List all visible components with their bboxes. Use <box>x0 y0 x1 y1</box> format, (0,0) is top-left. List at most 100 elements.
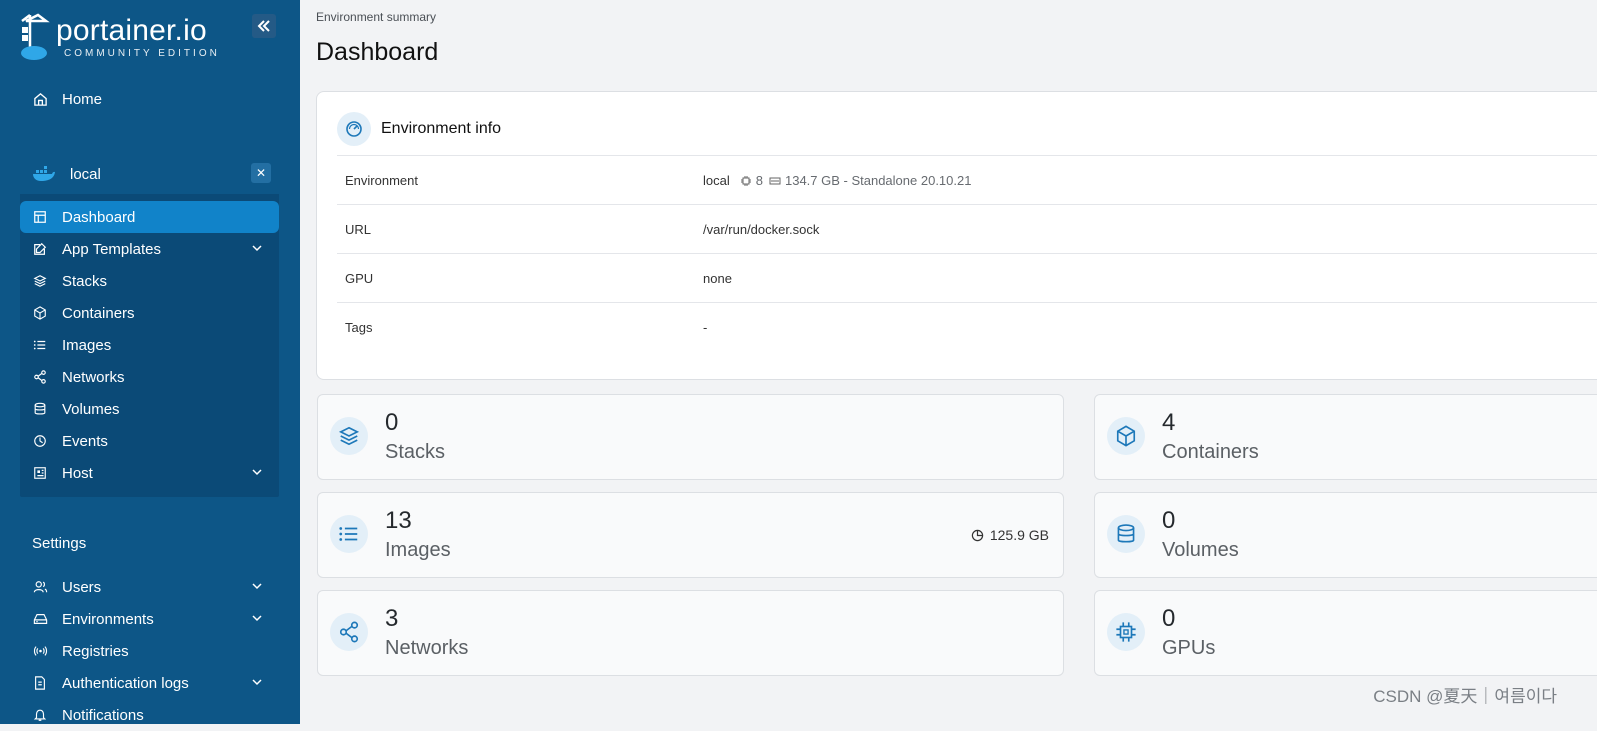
containers-count: 4 <box>1162 409 1176 436</box>
environment-info-header: Environment info <box>337 112 501 146</box>
brand-edition: COMMUNITY EDITION <box>64 47 220 59</box>
stacks-tile[interactable]: 0 Stacks <box>317 394 1064 480</box>
breadcrumb: Environment summary <box>316 10 437 24</box>
pie-chart-icon <box>971 529 984 542</box>
stacks-label: Stacks <box>385 441 446 463</box>
main-content: Environment summary Dashboard Environmen… <box>300 0 1597 724</box>
sidebar-item-users[interactable]: Users <box>20 571 279 603</box>
sidebar-item-dashboard[interactable]: Dashboard <box>20 201 279 233</box>
memory-value: 134.7 GB - Standalone 20.10.21 <box>784 173 972 188</box>
brand-name: portainer.io <box>56 13 207 47</box>
crane-logo-icon <box>21 13 50 60</box>
sidebar-item-app-templates[interactable]: App Templates <box>20 233 279 265</box>
sidebar-item-label: Authentication logs <box>62 674 189 692</box>
sidebar-item-notifications[interactable]: Notifications <box>20 699 279 731</box>
dashboard-icon <box>32 209 48 225</box>
sidebar-item-stacks[interactable]: Stacks <box>20 265 279 297</box>
info-row-environment: Environment local 8 134.7 GB - Standalon… <box>337 155 1597 205</box>
chevron-down-icon <box>252 679 262 686</box>
list-icon <box>330 515 368 553</box>
sidebar-item-host[interactable]: Host <box>20 457 279 489</box>
info-row-url: URL /var/run/docker.sock <box>337 204 1597 254</box>
sidebar-item-label: Host <box>62 464 93 482</box>
list-icon <box>32 337 48 353</box>
radio-icon <box>32 643 48 659</box>
info-key: GPU <box>345 271 374 286</box>
images-tile[interactable]: 13 Images 125.9 GB <box>317 492 1064 578</box>
portainer-logo[interactable]: portainer.io COMMUNITY EDITION <box>18 12 220 62</box>
hard-drive-icon <box>32 611 48 627</box>
close-environment-button[interactable]: ✕ <box>251 163 271 183</box>
gauge-icon <box>337 112 371 146</box>
bell-icon <box>32 707 48 723</box>
cpu-icon <box>1107 613 1145 651</box>
docker-icon <box>32 166 56 182</box>
containers-tile[interactable]: 4 Containers <box>1094 394 1597 480</box>
database-icon <box>1107 515 1145 553</box>
watermark: CSDN @夏天｜여름이다 <box>1373 687 1557 706</box>
sidebar-item-label: Environments <box>62 610 154 628</box>
sidebar-item-label: Stacks <box>62 272 108 290</box>
sidebar-item-home[interactable]: Home <box>20 83 279 115</box>
share-icon <box>32 369 48 385</box>
sidebar-item-containers[interactable]: Containers <box>20 297 279 329</box>
sidebar-item-environments[interactable]: Environments <box>20 603 279 635</box>
environment-name: local <box>70 165 101 183</box>
containers-label: Containers <box>1162 441 1259 463</box>
info-key: Tags <box>345 320 373 335</box>
sidebar-item-registries[interactable]: Registries <box>20 635 279 667</box>
sidebar: portainer.io COMMUNITY EDITION Home loca… <box>0 0 300 724</box>
sidebar-item-label: Networks <box>62 368 125 386</box>
layers-icon <box>330 417 368 455</box>
sidebar-item-label: Home <box>62 90 103 108</box>
gpus-tile[interactable]: 0 GPUs <box>1094 590 1597 676</box>
volumes-count: 0 <box>1162 507 1176 534</box>
host-icon <box>32 465 48 481</box>
sidebar-item-label: Registries <box>62 642 129 660</box>
sidebar-item-label: App Templates <box>62 240 161 258</box>
chevron-down-icon <box>252 469 262 476</box>
sidebar-item-label: Containers <box>62 304 135 322</box>
sidebar-item-networks[interactable]: Networks <box>20 361 279 393</box>
page-title: Dashboard <box>316 38 439 66</box>
gpu-value: none <box>703 271 732 286</box>
sidebar-item-label: Notifications <box>62 706 144 724</box>
cpu-icon <box>740 175 752 187</box>
info-key: Environment <box>345 173 418 188</box>
environment-value: local <box>703 173 730 188</box>
box-icon <box>32 305 48 321</box>
close-icon: ✕ <box>255 166 267 180</box>
edit-icon <box>32 241 48 257</box>
info-key: URL <box>345 222 372 237</box>
share-icon <box>330 613 368 651</box>
users-icon <box>32 579 48 595</box>
volumes-label: Volumes <box>1162 539 1239 561</box>
sidebar-item-label: Images <box>62 336 112 354</box>
networks-tile[interactable]: 3 Networks <box>317 590 1064 676</box>
chevron-down-icon <box>252 245 262 252</box>
settings-heading: Settings <box>32 535 87 552</box>
box-icon <box>1107 417 1145 455</box>
images-label: Images <box>385 539 451 561</box>
stacks-count: 0 <box>385 409 399 436</box>
sidebar-item-label: Events <box>62 432 108 450</box>
sidebar-item-events[interactable]: Events <box>20 425 279 457</box>
volumes-tile[interactable]: 0 Volumes <box>1094 492 1597 578</box>
layers-icon <box>32 273 48 289</box>
sidebar-item-label: Users <box>62 578 102 596</box>
gpus-count: 0 <box>1162 605 1176 632</box>
sidebar-item-label: Volumes <box>62 400 120 418</box>
sidebar-item-images[interactable]: Images <box>20 329 279 361</box>
clock-icon <box>32 433 48 449</box>
sidebar-item-label: Dashboard <box>62 208 136 226</box>
images-count: 13 <box>385 507 412 534</box>
chevron-down-icon <box>252 583 262 590</box>
database-icon <box>32 401 48 417</box>
info-row-gpu: GPU none <box>337 253 1597 303</box>
collapse-sidebar-button[interactable] <box>252 14 276 38</box>
home-icon <box>32 91 48 107</box>
sidebar-item-volumes[interactable]: Volumes <box>20 393 279 425</box>
chevrons-left-icon <box>257 20 270 32</box>
memory-icon <box>769 175 781 187</box>
sidebar-item-authentication-logs[interactable]: Authentication logs <box>20 667 279 699</box>
